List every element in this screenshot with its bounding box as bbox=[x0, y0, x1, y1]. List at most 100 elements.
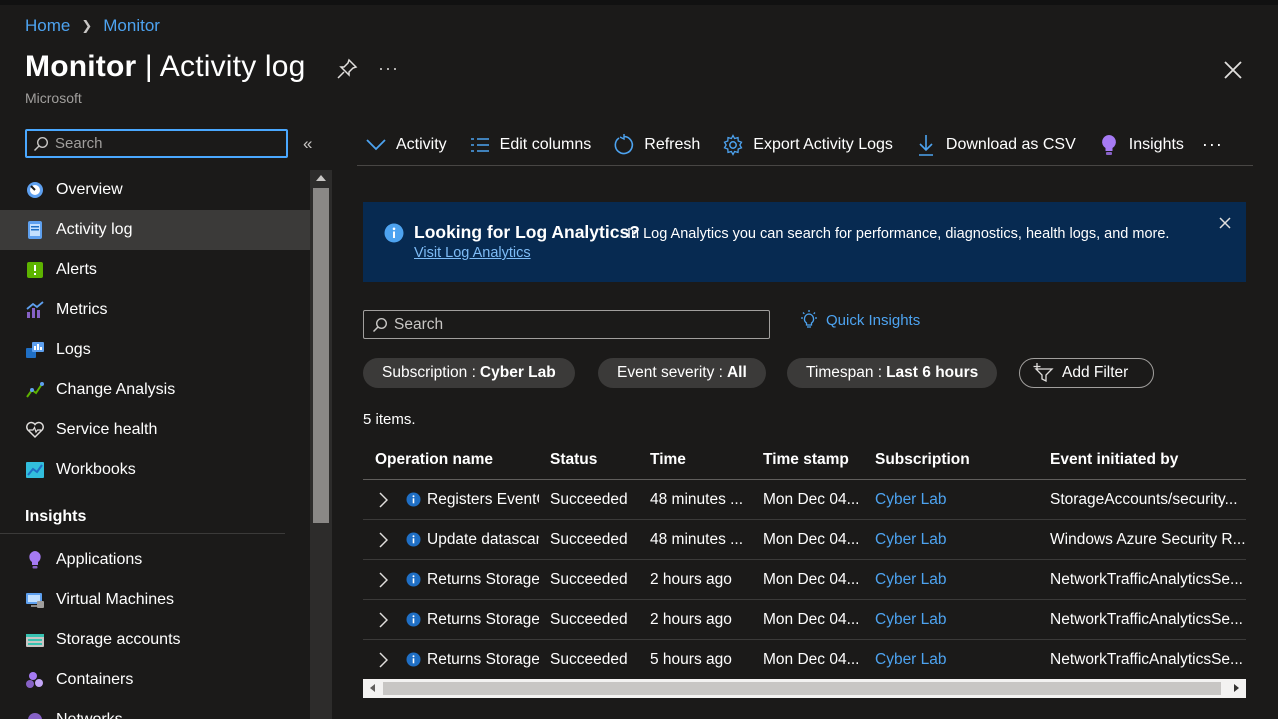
pin-icon[interactable] bbox=[336, 58, 358, 80]
column-header-operation[interactable]: Operation name bbox=[363, 451, 550, 469]
visit-log-analytics-link[interactable]: Visit Log Analytics bbox=[414, 245, 531, 261]
sidebar-item-workbooks[interactable]: Workbooks bbox=[0, 450, 310, 490]
operation-name[interactable]: Update datascanners bbox=[427, 531, 539, 549]
add-filter-button[interactable]: Add Filter bbox=[1019, 358, 1154, 388]
subscription-link[interactable]: Cyber Lab bbox=[875, 571, 1050, 589]
activity-button[interactable]: Activity bbox=[365, 134, 447, 156]
refresh-button[interactable]: Refresh bbox=[613, 133, 700, 156]
sidebar-item-applications[interactable]: Applications bbox=[0, 540, 310, 580]
table-row[interactable]: Returns Storage Succeeded 5 hours ago Mon D… bbox=[363, 640, 1246, 680]
sidebar-item-alerts[interactable]: Alerts bbox=[0, 250, 310, 290]
sidebar-item-label: Overview bbox=[56, 181, 123, 198]
sidebar-item-virtual-machines[interactable]: Virtual Machines bbox=[0, 580, 310, 620]
insights-label: Insights bbox=[1128, 135, 1184, 153]
timespan-filter[interactable]: Timespan : Last 6 hours bbox=[787, 358, 998, 388]
scroll-up-icon[interactable] bbox=[316, 175, 326, 181]
timestamp-cell: Mon Dec 04... bbox=[763, 650, 860, 668]
activity-search[interactable] bbox=[363, 310, 770, 339]
sidebar-item-metrics[interactable]: Metrics bbox=[0, 290, 310, 330]
edit-columns-button[interactable]: Edit columns bbox=[469, 134, 591, 156]
operation-name[interactable]: Registers EventGrid bbox=[427, 491, 539, 509]
table-horizontal-scrollbar[interactable] bbox=[363, 679, 1246, 698]
sidebar-item-label: Change Analysis bbox=[56, 381, 176, 398]
timestamp-cell: Mon Dec 04... bbox=[763, 610, 860, 628]
status-cell: Succeeded bbox=[550, 610, 628, 628]
column-header-initiated-by[interactable]: Event initiated by bbox=[1050, 451, 1246, 469]
table-row[interactable]: Registers EventGrid Succeeded 48 minutes .… bbox=[363, 480, 1246, 520]
close-icon[interactable] bbox=[1222, 59, 1244, 81]
sidebar-scrollbar-thumb[interactable] bbox=[313, 188, 329, 523]
download-icon bbox=[915, 134, 937, 156]
activity-search-input[interactable] bbox=[394, 315, 754, 334]
timespan-filter-label: Timespan : bbox=[806, 364, 883, 381]
virtual-machines-icon bbox=[25, 590, 45, 610]
sidebar-item-label: Networks bbox=[56, 711, 123, 719]
column-header-time[interactable]: Time bbox=[650, 451, 763, 469]
sidebar-item-containers[interactable]: Containers bbox=[0, 660, 310, 700]
scroll-right-icon[interactable] bbox=[1234, 684, 1239, 692]
more-commands-button[interactable]: ··· bbox=[1202, 134, 1223, 155]
chevron-right-icon[interactable] bbox=[378, 571, 392, 588]
table-scrollbar-thumb[interactable] bbox=[383, 682, 1221, 695]
sidebar-item-storage-accounts[interactable]: Storage accounts bbox=[0, 620, 310, 660]
operation-name[interactable]: Returns Storage bbox=[427, 651, 539, 669]
operation-name[interactable]: Returns Storage bbox=[427, 611, 539, 629]
command-bar: Activity Edit columns Refresh Export Act… bbox=[357, 124, 1253, 166]
subscription-link[interactable]: Cyber Lab bbox=[875, 531, 1050, 549]
subscription-filter[interactable]: Subscription : Cyber Lab bbox=[363, 358, 575, 388]
insights-button[interactable]: Insights bbox=[1098, 134, 1184, 156]
quick-insights-link[interactable]: Quick Insights bbox=[798, 309, 920, 331]
breadcrumb-monitor[interactable]: Monitor bbox=[103, 16, 160, 36]
download-label: Download as CSV bbox=[945, 135, 1076, 153]
export-activity-logs-button[interactable]: Export Activity Logs bbox=[722, 133, 893, 156]
initiated-by-cell: NetworkTrafficAnalyticsSe... bbox=[1050, 570, 1243, 588]
table-row[interactable]: Returns Storage Succeeded 2 hours ago Mon D… bbox=[363, 600, 1246, 640]
search-icon bbox=[372, 317, 388, 332]
close-icon[interactable] bbox=[1218, 216, 1232, 230]
download-csv-button[interactable]: Download as CSV bbox=[915, 134, 1076, 156]
items-count: 5 items. bbox=[363, 411, 416, 428]
scroll-left-icon[interactable] bbox=[370, 684, 375, 692]
subscription-link[interactable]: Cyber Lab bbox=[875, 651, 1050, 669]
column-header-subscription[interactable]: Subscription bbox=[875, 451, 1050, 469]
timespan-filter-value: Last 6 hours bbox=[886, 364, 979, 381]
timestamp-cell: Mon Dec 04... bbox=[763, 530, 860, 548]
sidebar-item-logs[interactable]: Logs bbox=[0, 330, 310, 370]
operation-cell: Returns Storage bbox=[363, 611, 550, 629]
refresh-icon bbox=[613, 133, 635, 156]
collapse-sidebar-button[interactable]: « bbox=[303, 134, 312, 154]
chevron-right-icon[interactable] bbox=[378, 611, 392, 628]
sidebar-item-change-analysis[interactable]: Change Analysis bbox=[0, 370, 310, 410]
time-cell: 48 minutes ... bbox=[650, 530, 744, 548]
add-filter-icon bbox=[1033, 363, 1054, 383]
column-header-timestamp[interactable]: Time stamp bbox=[763, 451, 875, 469]
info-icon bbox=[406, 572, 421, 587]
status-cell: Succeeded bbox=[550, 650, 628, 668]
time-cell: 2 hours ago bbox=[650, 610, 732, 628]
sidebar-item-service-health[interactable]: Service health bbox=[0, 410, 310, 450]
operation-name[interactable]: Returns Storage bbox=[427, 571, 539, 589]
logs-icon bbox=[25, 340, 45, 360]
alerts-icon bbox=[25, 260, 45, 280]
table-row[interactable]: Returns Storage Succeeded 2 hours ago Mon D… bbox=[363, 560, 1246, 600]
subscription-link[interactable]: Cyber Lab bbox=[875, 611, 1050, 629]
subscription-link[interactable]: Cyber Lab bbox=[875, 491, 1050, 509]
sidebar-item-activity-log[interactable]: Activity log bbox=[0, 210, 310, 250]
sidebar-item-overview[interactable]: Overview bbox=[0, 170, 310, 210]
info-icon bbox=[384, 223, 404, 243]
sidebar-item-networks[interactable]: Networks bbox=[0, 700, 310, 719]
chevron-right-icon[interactable] bbox=[378, 491, 392, 508]
chevron-right-icon[interactable] bbox=[378, 651, 392, 668]
sidebar-search-input[interactable] bbox=[55, 135, 275, 152]
event-severity-filter[interactable]: Event severity : All bbox=[598, 358, 766, 388]
sidebar-search[interactable] bbox=[25, 129, 288, 158]
table-row[interactable]: Update datascanners Succeeded 48 minutes .… bbox=[363, 520, 1246, 560]
operation-cell: Returns Storage bbox=[363, 651, 550, 669]
status-cell: Succeeded bbox=[550, 490, 628, 508]
more-actions-button[interactable]: ··· bbox=[378, 58, 399, 79]
sidebar-scrollbar[interactable] bbox=[310, 170, 332, 719]
chevron-right-icon[interactable] bbox=[378, 531, 392, 548]
subscription-filter-value: Cyber Lab bbox=[479, 364, 556, 381]
breadcrumb-home[interactable]: Home bbox=[25, 16, 70, 36]
column-header-status[interactable]: Status bbox=[550, 451, 650, 469]
